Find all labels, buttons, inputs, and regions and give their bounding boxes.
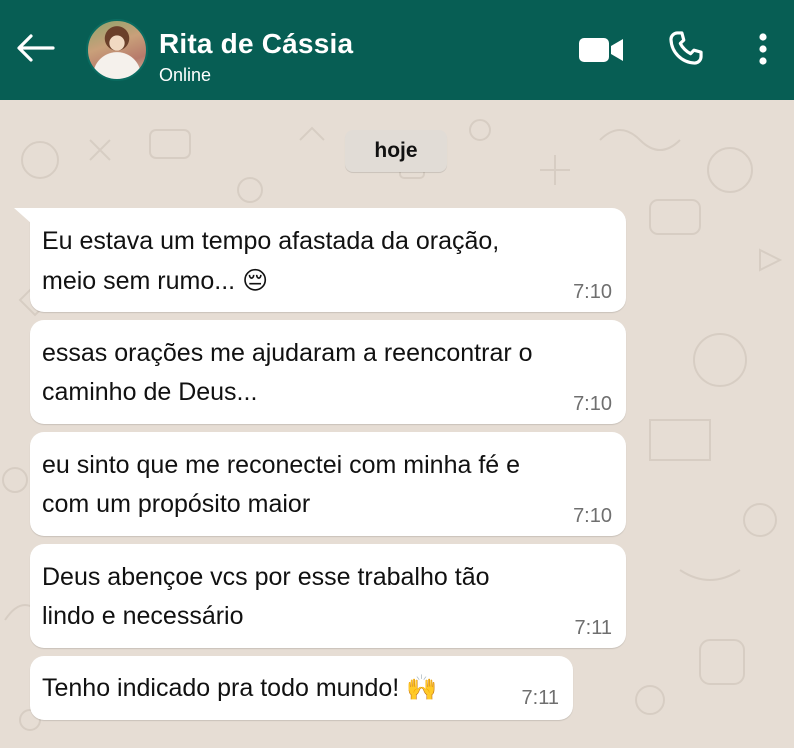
chat-area[interactable]: hoje Eu estava um tempo afastada da oraç… — [0, 100, 794, 748]
message-time: 7:11 — [521, 687, 559, 709]
message-bubble[interactable]: essas orações me ajudaram a reencontrar … — [30, 320, 626, 424]
message-bubble[interactable]: eu sinto que me reconectei com minha fé … — [30, 432, 626, 536]
message-text: Deus abençoe vcs por esse trabalho tão l… — [42, 563, 490, 630]
menu-button[interactable] — [748, 26, 778, 72]
message-time: 7:10 — [573, 281, 612, 303]
more-vert-icon — [759, 33, 767, 65]
bubble-tail — [14, 208, 32, 224]
video-call-icon — [579, 38, 623, 62]
message-bubble[interactable]: Deus abençoe vcs por esse trabalho tão l… — [30, 544, 626, 648]
avatar[interactable] — [86, 19, 148, 81]
message-text: eu sinto que me reconectei com minha fé … — [42, 451, 521, 518]
chat-header: Rita de Cássia Online — [0, 0, 794, 100]
contact-status: Online — [159, 65, 212, 85]
message-bubble[interactable]: Tenho indicado pra todo mundo! 🙌 7:11 — [30, 656, 573, 720]
phone-icon — [669, 31, 703, 65]
message-text: Tenho indicado pra todo mundo! 🙌 — [42, 673, 438, 702]
message-time: 7:11 — [574, 617, 612, 639]
message-bubble[interactable]: Eu estava um tempo afastada da oração, m… — [14, 208, 626, 312]
wallpaper-doodles — [2, 119, 783, 731]
video-call-button[interactable] — [576, 30, 626, 70]
voice-call-button[interactable] — [664, 26, 708, 70]
back-arrow-icon — [17, 34, 55, 62]
raising-hands-emoji: 🙌 — [406, 673, 438, 702]
message-time: 7:10 — [573, 505, 612, 527]
back-button[interactable] — [12, 28, 58, 68]
message-text: Eu estava um tempo afastada da oração, m… — [42, 227, 500, 295]
message-text: essas orações me ajudaram a reencontrar … — [42, 339, 533, 406]
date-divider: hoje — [345, 130, 447, 172]
contact-name[interactable]: Rita de Cássia — [159, 28, 353, 60]
pensive-face-emoji: 😔 — [242, 266, 269, 295]
message-time: 7:10 — [573, 393, 612, 415]
